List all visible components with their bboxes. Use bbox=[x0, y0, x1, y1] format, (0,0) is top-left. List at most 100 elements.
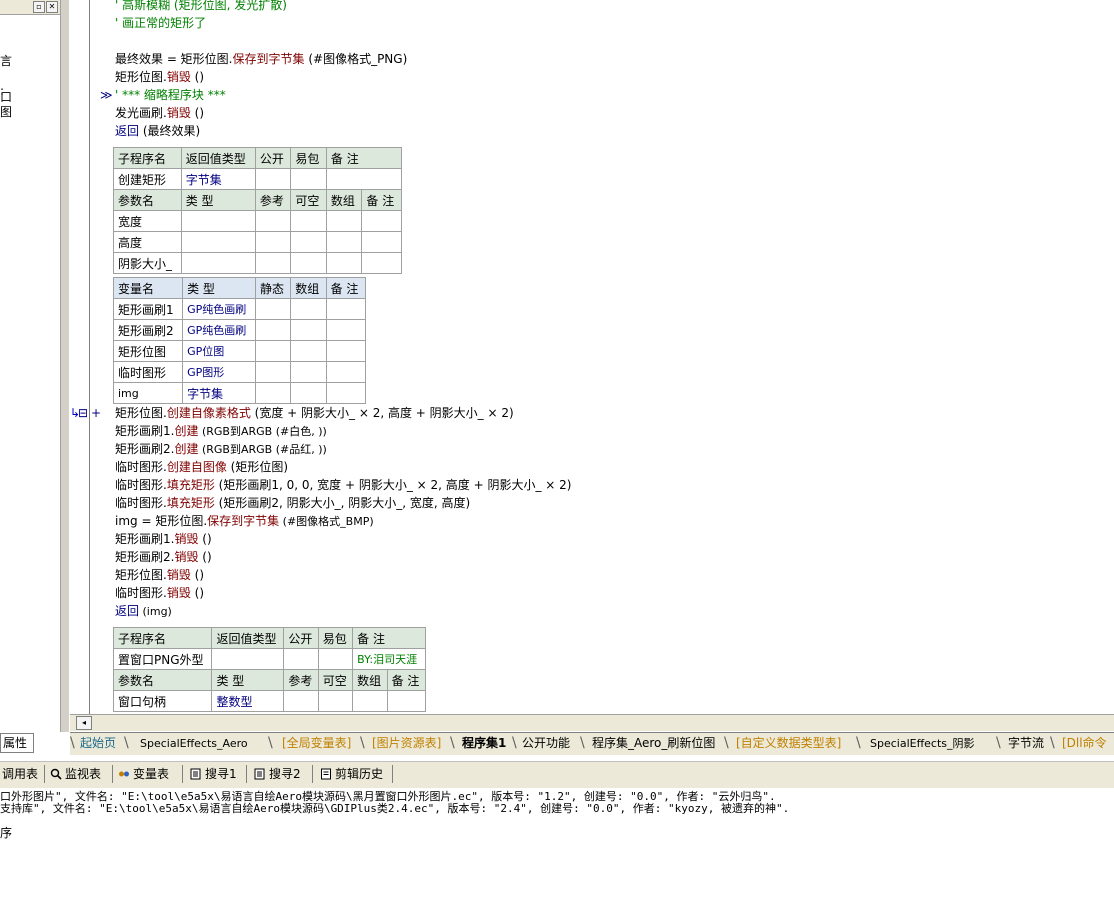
cell[interactable] bbox=[317, 648, 354, 670]
cell[interactable] bbox=[290, 340, 327, 362]
cell[interactable] bbox=[290, 210, 327, 232]
cell[interactable] bbox=[180, 210, 256, 232]
clipboard-icon bbox=[321, 768, 331, 780]
cell[interactable] bbox=[254, 382, 292, 404]
cell[interactable] bbox=[325, 382, 367, 404]
tab-custom-types[interactable]: [自定义数据类型表] bbox=[736, 735, 841, 752]
var-name-cell[interactable]: 临时图形 bbox=[112, 361, 184, 383]
param-name-cell[interactable]: 高度 bbox=[113, 231, 182, 253]
cell[interactable] bbox=[254, 231, 292, 253]
cell[interactable] bbox=[317, 690, 354, 712]
cell[interactable] bbox=[254, 252, 292, 274]
cell[interactable] bbox=[361, 231, 402, 253]
tool-tab-call-table[interactable]: 调用表 bbox=[2, 765, 38, 783]
expand-block-icon[interactable]: ≫ bbox=[100, 86, 113, 104]
cell[interactable] bbox=[180, 231, 256, 253]
tool-tab-search1[interactable]: 搜寻1 bbox=[190, 765, 237, 783]
param-name-cell[interactable]: 窗口句柄 bbox=[112, 690, 213, 712]
scroll-left-icon[interactable]: ◂ bbox=[76, 716, 92, 730]
cell[interactable] bbox=[361, 210, 402, 232]
param-name-cell[interactable]: 阴影大小_ bbox=[113, 252, 182, 274]
add-line-icon[interactable]: + bbox=[91, 404, 101, 422]
header-cell: 返回值类型 bbox=[180, 147, 256, 169]
tab-dll-commands[interactable]: [Dll命令 bbox=[1062, 735, 1107, 752]
var-name-cell[interactable]: 矩形画刷2 bbox=[112, 319, 184, 341]
param-type-cell[interactable]: 整数型 bbox=[211, 690, 285, 712]
tab-global-vars[interactable]: [全局变量表] bbox=[282, 735, 351, 752]
tab-separator: \ bbox=[360, 735, 365, 751]
sub-name-cell[interactable]: 创建矩形 bbox=[113, 168, 182, 190]
cell[interactable] bbox=[325, 168, 403, 190]
collapse-icon[interactable]: ⊟ bbox=[78, 404, 88, 422]
cell[interactable] bbox=[361, 252, 402, 274]
var-type-cell[interactable]: GP位图 bbox=[182, 340, 256, 362]
cell[interactable] bbox=[254, 319, 292, 341]
tab-byte-stream[interactable]: 字节流 bbox=[1008, 735, 1044, 752]
cell[interactable] bbox=[290, 231, 327, 253]
tool-tab-variables[interactable]: 变量表 bbox=[118, 765, 169, 783]
cell[interactable] bbox=[352, 690, 388, 712]
param-name-cell[interactable]: 宽度 bbox=[113, 210, 182, 232]
header-cell: 可空 bbox=[317, 669, 354, 691]
cell[interactable] bbox=[283, 648, 319, 670]
search-doc-icon bbox=[254, 768, 265, 780]
panel-splitter[interactable] bbox=[61, 0, 69, 732]
properties-tab[interactable]: 属性 bbox=[0, 733, 34, 753]
tool-tab-clip-history[interactable]: 剪辑历史 bbox=[320, 765, 383, 783]
cell[interactable] bbox=[290, 361, 327, 383]
cell[interactable] bbox=[290, 168, 327, 190]
divider bbox=[392, 765, 393, 783]
cell[interactable] bbox=[290, 298, 327, 320]
tab-specialeffects-shadow[interactable]: SpecialEffects_阴影 bbox=[870, 735, 975, 752]
cell[interactable] bbox=[283, 690, 319, 712]
cell[interactable] bbox=[254, 298, 292, 320]
tab-image-resources[interactable]: [图片资源表] bbox=[372, 735, 441, 752]
tab-specialeffects-aero[interactable]: SpecialEffects_Aero bbox=[140, 735, 248, 752]
cell[interactable] bbox=[254, 340, 292, 362]
var-type-cell[interactable]: GP纯色画刷 bbox=[182, 298, 256, 320]
tab-start-page[interactable]: 起始页 bbox=[80, 735, 116, 752]
cell[interactable] bbox=[325, 252, 363, 274]
sub-name-cell[interactable]: 置窗口PNG外型 bbox=[112, 648, 213, 670]
cell[interactable] bbox=[325, 210, 363, 232]
cell[interactable] bbox=[386, 690, 427, 712]
horizontal-scrollbar[interactable] bbox=[70, 714, 1114, 731]
var-name-cell[interactable]: 矩形画刷1 bbox=[112, 298, 184, 320]
tool-tab-label: 变量表 bbox=[133, 767, 170, 781]
return-type-cell[interactable]: 字节集 bbox=[180, 168, 256, 190]
cell[interactable] bbox=[254, 168, 292, 190]
code-line: img = 矩形位图.保存到字节集 (#图像格式_BMP) bbox=[115, 514, 374, 528]
var-type-cell[interactable]: 字节集 bbox=[182, 382, 256, 404]
tool-tab-label: 调用表 bbox=[2, 767, 39, 781]
cell[interactable] bbox=[290, 252, 327, 274]
header-cell: 子程序名 bbox=[113, 147, 182, 169]
tab-aero-refresh[interactable]: 程序集_Aero_刷新位图 bbox=[592, 735, 715, 752]
var-type-cell[interactable]: GP纯色画刷 bbox=[182, 319, 256, 341]
cell[interactable] bbox=[290, 319, 327, 341]
cell[interactable] bbox=[325, 340, 367, 362]
cell[interactable] bbox=[180, 252, 256, 274]
cell[interactable] bbox=[325, 231, 363, 253]
var-name-cell[interactable]: img bbox=[112, 382, 184, 404]
close-icon[interactable]: ✕ bbox=[46, 1, 58, 13]
code-line: 临时图形.销毁 () bbox=[115, 586, 205, 600]
tool-tab-watch[interactable]: 监视表 bbox=[50, 765, 101, 783]
collapsed-block-line[interactable]: ' *** 缩略程序块 *** bbox=[115, 86, 226, 104]
var-name-cell[interactable]: 矩形位图 bbox=[112, 340, 184, 362]
cell[interactable] bbox=[325, 361, 367, 383]
tab-separator: \ bbox=[580, 735, 585, 751]
return-type-cell[interactable] bbox=[211, 648, 285, 670]
left-panel-titlebar: ▫ ✕ bbox=[0, 0, 60, 15]
cell[interactable] bbox=[325, 319, 367, 341]
remark-cell[interactable]: BY:泪司天涯 bbox=[352, 648, 426, 670]
tab-assembly1[interactable]: 程序集1 bbox=[462, 735, 506, 752]
tab-public-functions[interactable]: 公开功能 bbox=[522, 735, 570, 752]
tool-tab-search2[interactable]: 搜寻2 bbox=[254, 765, 301, 783]
cell[interactable] bbox=[254, 361, 292, 383]
var-type-cell[interactable]: GP图形 bbox=[182, 361, 256, 383]
cell[interactable] bbox=[290, 382, 327, 404]
cell[interactable] bbox=[254, 210, 292, 232]
restore-icon[interactable]: ▫ bbox=[33, 1, 45, 13]
cell[interactable] bbox=[325, 298, 367, 320]
left-fragment: 言 bbox=[0, 54, 13, 68]
